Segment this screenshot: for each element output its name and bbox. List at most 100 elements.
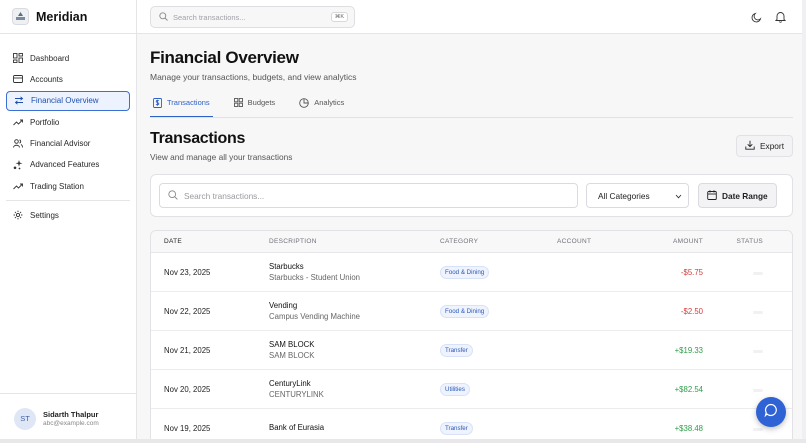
sidebar-item-label: Financial Overview xyxy=(31,96,99,106)
category-badge: Transfer xyxy=(440,421,473,435)
cell-amount: +$82.54 xyxy=(674,384,703,394)
sidebar-item-dashboard[interactable]: Dashboard xyxy=(6,48,130,68)
search-placeholder: Search transactions... xyxy=(173,12,246,22)
tab-analytics[interactable]: Analytics xyxy=(296,98,347,117)
export-label: Export xyxy=(760,141,784,151)
trending-up-icon xyxy=(12,117,23,128)
cell-date: Nov 21, 2025 xyxy=(164,345,211,355)
table-row[interactable]: Nov 19, 2025 Bank of Eurasia Transfer +$… xyxy=(151,409,792,443)
chat-bubble-icon xyxy=(764,403,778,422)
main-content: Search transactions... ⌘K Financial Over… xyxy=(137,0,806,443)
dashboard-icon xyxy=(12,53,23,64)
description-detail: Starbucks - Student Union xyxy=(269,273,361,282)
user-email: abc@example.com xyxy=(43,420,99,427)
dollar-doc-icon xyxy=(153,98,162,110)
cell-date: Nov 19, 2025 xyxy=(164,423,211,433)
global-search-input[interactable]: Search transactions... ⌘K xyxy=(150,6,355,28)
transaction-search-input[interactable]: Search transactions... xyxy=(159,183,578,208)
tab-label: Transactions xyxy=(167,98,210,107)
avatar: ST xyxy=(14,407,36,430)
description-title: CenturyLink xyxy=(269,379,311,388)
tabs: Transactions Budgets Analytics xyxy=(150,98,793,118)
table-row[interactable]: Nov 22, 2025 Vending Campus Vending Mach… xyxy=(151,292,792,331)
cell-status xyxy=(703,268,777,277)
transactions-table: DATE DESCRIPTION CATEGORY ACCOUNT AMOUNT… xyxy=(150,230,793,443)
sidebar-item-financial-advisor[interactable]: Financial Advisor xyxy=(6,134,130,154)
scrollbar[interactable] xyxy=(802,0,806,443)
sparkles-icon xyxy=(12,159,23,170)
sidebar-item-label: Trading Station xyxy=(30,181,84,191)
cell-description: SAM BLOCK SAM BLOCK xyxy=(269,340,440,360)
trending-up-icon xyxy=(12,181,23,192)
cell-amount: +$19.33 xyxy=(674,345,703,355)
description-title: Bank of Eurasia xyxy=(269,422,325,432)
search-icon xyxy=(168,187,178,205)
sidebar-item-settings[interactable]: Settings xyxy=(6,205,130,225)
status-badge xyxy=(753,388,763,392)
sidebar-divider xyxy=(6,200,130,202)
table-row[interactable]: Nov 23, 2025 Starbucks Starbucks - Stude… xyxy=(151,253,792,292)
status-badge xyxy=(753,349,763,353)
download-icon xyxy=(745,140,755,152)
page-title: Financial Overview xyxy=(150,48,299,67)
category-select[interactable]: All Categories xyxy=(586,183,689,208)
page-content: Financial Overview Manage your transacti… xyxy=(137,48,806,443)
column-header-status[interactable]: STATUS xyxy=(703,238,777,245)
cell-status xyxy=(703,346,777,355)
table-header: DATE DESCRIPTION CATEGORY ACCOUNT AMOUNT… xyxy=(151,231,792,253)
sidebar-item-financial-overview[interactable]: Financial Overview xyxy=(6,90,130,111)
chat-button[interactable] xyxy=(756,397,786,427)
column-header-category[interactable]: CATEGORY xyxy=(440,238,557,245)
sidebar-item-trading-station[interactable]: Trading Station xyxy=(6,176,130,196)
sidebar-item-advanced-features[interactable]: Advanced Features xyxy=(6,155,130,175)
date-range-button[interactable]: Date Range xyxy=(698,183,777,208)
tab-transactions[interactable]: Transactions xyxy=(150,98,213,117)
cell-category: Food & Dining xyxy=(440,265,557,279)
grid-icon xyxy=(233,98,243,109)
cell-category: Food & Dining xyxy=(440,304,557,318)
user-profile[interactable]: ST Sidarth Thalpur abc@example.com xyxy=(0,393,136,443)
column-header-account[interactable]: ACCOUNT xyxy=(557,238,647,245)
sidebar-item-portfolio[interactable]: Portfolio xyxy=(6,112,130,132)
topbar-actions xyxy=(751,10,787,28)
status-badge xyxy=(753,427,763,431)
column-header-date[interactable]: DATE xyxy=(151,238,269,245)
bell-icon[interactable] xyxy=(774,10,787,28)
sidebar-item-label: Settings xyxy=(30,210,59,220)
section-title: Transactions xyxy=(150,130,246,147)
cell-category: Utilities xyxy=(440,382,557,396)
cell-amount: -$5.75 xyxy=(680,267,703,277)
moon-icon[interactable] xyxy=(751,10,762,28)
search-placeholder: Search transactions... xyxy=(184,190,265,201)
gear-icon xyxy=(12,210,23,221)
table-row[interactable]: Nov 21, 2025 SAM BLOCK SAM BLOCK Transfe… xyxy=(151,331,792,370)
cell-description: Vending Campus Vending Machine xyxy=(269,301,440,321)
column-header-amount[interactable]: AMOUNT xyxy=(647,238,703,245)
category-badge: Food & Dining xyxy=(440,265,490,279)
pie-chart-icon xyxy=(299,98,309,110)
cell-description: CenturyLink CENTURYLINK xyxy=(269,379,440,399)
category-badge: Transfer xyxy=(440,343,473,357)
brand[interactable]: Meridian xyxy=(0,0,136,34)
cell-date: Nov 23, 2025 xyxy=(164,267,211,277)
table-row[interactable]: Nov 20, 2025 CenturyLink CENTURYLINK Uti… xyxy=(151,370,792,409)
topbar: Search transactions... ⌘K xyxy=(137,0,806,34)
status-badge xyxy=(753,271,763,275)
category-badge: Utilities xyxy=(440,382,470,396)
tab-label: Analytics xyxy=(314,98,345,107)
filter-bar: Search transactions... All Categories Da… xyxy=(150,174,793,217)
user-name: Sidarth Thalpur xyxy=(43,410,99,419)
cell-category: Transfer xyxy=(440,343,557,357)
export-button[interactable]: Export xyxy=(736,135,793,157)
sidebar-item-label: Financial Advisor xyxy=(30,139,91,149)
cell-date: Nov 22, 2025 xyxy=(164,306,211,316)
sidebar-item-accounts[interactable]: Accounts xyxy=(6,69,130,89)
arrows-swap-icon xyxy=(13,95,24,106)
brand-name: Meridian xyxy=(36,9,88,24)
tab-label: Budgets xyxy=(247,98,276,107)
column-header-description[interactable]: DESCRIPTION xyxy=(269,238,440,245)
sidebar-item-label: Dashboard xyxy=(30,53,70,63)
cell-date: Nov 20, 2025 xyxy=(164,384,211,394)
tab-budgets[interactable]: Budgets xyxy=(231,98,279,117)
category-value: All Categories xyxy=(598,190,650,201)
